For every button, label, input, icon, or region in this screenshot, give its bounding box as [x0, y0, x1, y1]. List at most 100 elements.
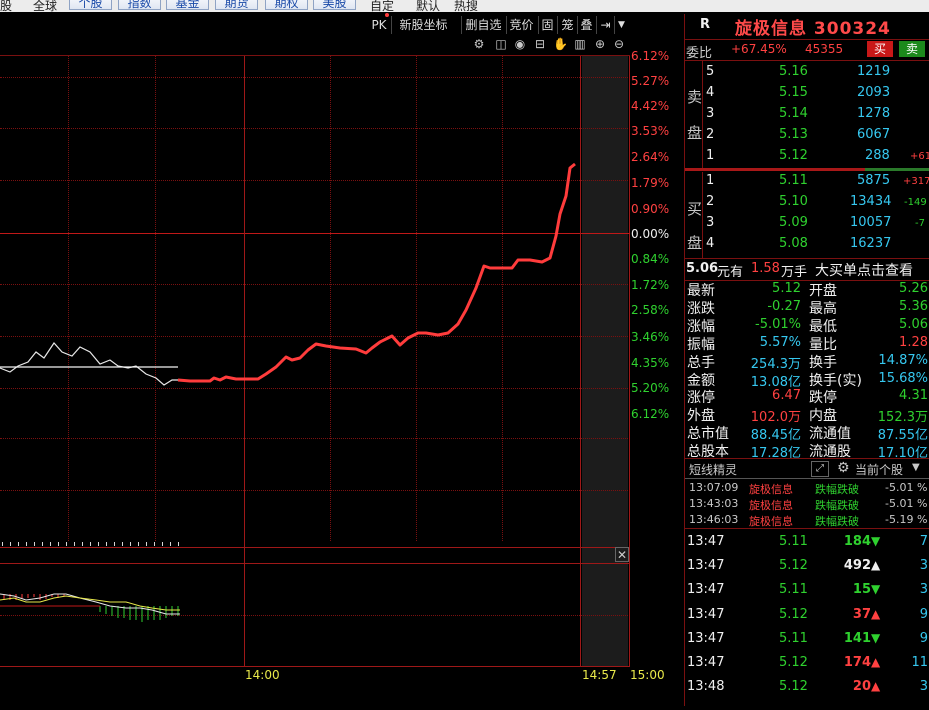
- pct-label: 6.12%: [631, 407, 670, 421]
- tick-price: 5.12: [779, 606, 808, 622]
- stat-row: 涨跌 -0.27 最高 5.36: [685, 298, 929, 317]
- stat-row: 振幅 5.57% 量比 1.28: [685, 334, 929, 353]
- stat-row: 总手 254.3万 换手 14.87%: [685, 352, 929, 372]
- news-event: 跌幅跌破: [815, 483, 859, 496]
- tick-time: 13:47: [687, 558, 725, 574]
- sell-level-1[interactable]: 1 5.12 288 +61: [685, 146, 929, 166]
- news-stock-name: 旋极信息: [749, 483, 793, 496]
- big-order-link[interactable]: 大买单点击查看: [815, 260, 913, 280]
- rights-badge: R: [700, 17, 711, 32]
- pct-label: 5.27%: [631, 74, 670, 88]
- short-line-item[interactable]: 13:43:03 旋极信息 跌幅跌破 -5.01 %: [685, 496, 929, 512]
- pct-label: 4.35%: [631, 356, 670, 370]
- sell-button[interactable]: 卖: [899, 41, 925, 57]
- short-line-header: 短线精灵 ⤢ ⚙ 当前个股 ▼: [685, 460, 929, 478]
- average-price-line: [0, 342, 178, 386]
- level-index: 4: [706, 85, 715, 100]
- tick-price: 5.12: [779, 679, 808, 695]
- stat-row: 总市值 88.45亿 流通值 87.55亿: [685, 423, 929, 443]
- level-volume: 1278: [857, 106, 891, 121]
- news-time: 13:43:03: [689, 497, 739, 510]
- tick-volume: 15: [852, 582, 871, 598]
- tick-extra: 11: [911, 655, 928, 670]
- level-price: 5.14: [779, 106, 808, 121]
- tick-row[interactable]: 13:47 5.11 184 ▼ 7: [685, 530, 929, 554]
- buy-button[interactable]: 买: [867, 41, 893, 57]
- stat-value: 5.57%: [759, 334, 801, 350]
- news-value: -5.01 %: [885, 497, 928, 510]
- tick-volume: 20: [852, 679, 871, 695]
- short-line-list: 13:07:09 旋极信息 跌幅跌破 -5.01 % 13:43:03 旋极信息 跌幅跌破 -…: [685, 480, 929, 530]
- news-event: 跌幅跌破: [815, 499, 859, 512]
- tick-volume: 37: [852, 606, 871, 622]
- stat-row: 涨幅 -5.01% 最低 5.06: [685, 316, 929, 335]
- macd-indicator: [0, 593, 180, 622]
- settings-gear-icon[interactable]: ⚙: [837, 460, 850, 476]
- stat-row: 最新 5.12 开盘 5.26: [685, 280, 929, 299]
- stat-value: 4.31: [899, 388, 928, 404]
- level-index: 1: [706, 173, 715, 188]
- news-stock-name: 旋极信息: [749, 499, 793, 512]
- short-line-item[interactable]: 13:07:09 旋极信息 跌幅跌破 -5.01 %: [685, 480, 929, 496]
- tick-row[interactable]: 13:47 5.12 492 ▲ 3: [685, 554, 929, 578]
- level-price: 5.08: [779, 236, 808, 251]
- up-arrow-icon: ▲: [871, 655, 881, 669]
- tick-list[interactable]: 13:47 5.11 184 ▼ 7 13:47 5.12 492 ▲ 3 13:47 5.11 15 ▼…: [685, 530, 929, 710]
- stat-value: -0.27: [767, 298, 801, 314]
- level-change: +317: [903, 176, 929, 187]
- tick-volume: 492: [843, 558, 871, 574]
- tick-row[interactable]: 13:47 5.12 174 ▲ 11: [685, 651, 929, 675]
- buy-level-2[interactable]: 2 5.10 13434 -149: [685, 192, 929, 212]
- stat-row: 外盘 102.0万 内盘 152.3万: [685, 405, 929, 425]
- buy-level-3[interactable]: 3 5.09 10057 -7: [685, 213, 929, 233]
- short-line-item[interactable]: 13:46:03 旋极信息 跌幅跌破 -5.19 %: [685, 512, 929, 528]
- big-order-row[interactable]: 5.06 元有 1.58 万手 大买单点击查看: [685, 259, 929, 280]
- news-event: 跌幅跌破: [815, 515, 859, 528]
- stat-value: 14.87%: [878, 352, 928, 368]
- big-order-volume-unit: 万手: [781, 265, 808, 280]
- tick-extra: 9: [919, 630, 928, 646]
- sell-level-2[interactable]: 2 5.13 6067: [685, 125, 929, 145]
- commission-ratio-row: 委比 +67.45% 45355 买 卖: [685, 39, 929, 61]
- buy-level-4[interactable]: 4 5.08 16237: [685, 234, 929, 254]
- level-volume: 10057: [850, 215, 892, 230]
- big-order-unit: 元有: [717, 265, 744, 280]
- pct-label: 0.84%: [631, 252, 670, 266]
- filter-dropdown-icon[interactable]: ▼: [912, 462, 920, 473]
- expand-icon[interactable]: ⤢: [811, 461, 829, 477]
- divider: [685, 478, 929, 479]
- buy-level-1[interactable]: 1 5.11 5875 +317: [685, 171, 929, 191]
- sell-level-4[interactable]: 4 5.15 2093: [685, 83, 929, 103]
- level-volume: 6067: [857, 127, 891, 142]
- level-price: 5.15: [779, 85, 808, 100]
- level-price: 5.10: [779, 194, 808, 209]
- pct-label: 6.12%: [631, 49, 670, 63]
- time-label-1500: 15:00: [630, 668, 665, 682]
- up-arrow-icon: ▲: [871, 606, 881, 621]
- level-index: 4: [706, 236, 715, 251]
- level-change: -7: [915, 218, 925, 229]
- pct-label: 0.90%: [631, 202, 670, 216]
- tick-volume: 184: [843, 534, 871, 549]
- pct-label: 0.00%: [631, 227, 670, 241]
- pct-label: 3.46%: [631, 330, 670, 344]
- pct-label: 4.42%: [631, 99, 670, 113]
- level-volume: 5875: [857, 173, 891, 188]
- tick-row[interactable]: 13:47 5.11 141 ▼ 9: [685, 627, 929, 651]
- tick-row[interactable]: 13:48 5.12 20 ▲ 3: [685, 675, 929, 699]
- short-line-tab[interactable]: 短线精灵: [689, 461, 737, 478]
- level-index: 2: [706, 127, 715, 142]
- tick-time: 13:47: [687, 582, 725, 598]
- stat-value: 5.26: [899, 281, 928, 296]
- sell-level-3[interactable]: 3 5.14 1278: [685, 104, 929, 124]
- sell-level-5[interactable]: 5 5.16 1219: [685, 62, 929, 82]
- tick-volume: 174: [843, 655, 871, 670]
- quote-stats: 最新 5.12 开盘 5.26 涨跌 -0.27 最高 5.36 涨幅 -5.01% 最低 5.06 振…: [685, 280, 929, 461]
- pct-label: 5.20%: [631, 381, 670, 395]
- level-change: -149: [904, 197, 927, 208]
- current-stock-filter[interactable]: 当前个股: [855, 461, 903, 478]
- tick-row[interactable]: 13:47 5.12 37 ▲ 9: [685, 603, 929, 627]
- tick-row[interactable]: 13:47 5.11 15 ▼ 3: [685, 578, 929, 602]
- stat-value: 6.47: [772, 388, 801, 404]
- stock-name-code[interactable]: 旋极信息 300324: [735, 14, 891, 39]
